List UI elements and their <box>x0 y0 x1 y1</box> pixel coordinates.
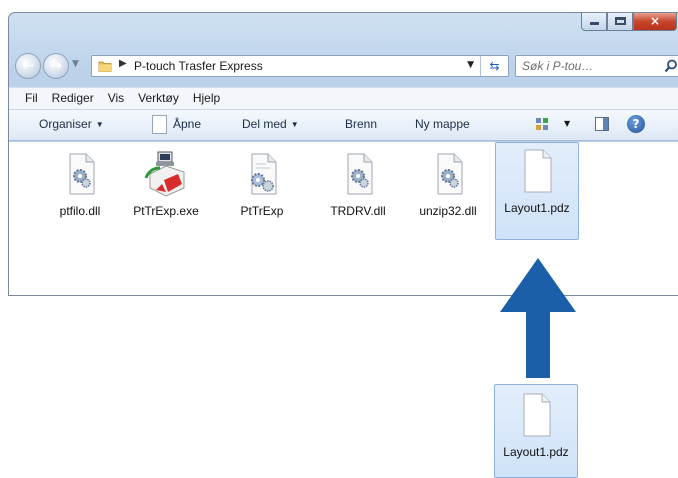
file-item[interactable]: ptfilo.dll <box>39 146 121 242</box>
search-placeholder[interactable]: Søk i P-tou… <box>522 59 593 73</box>
command-bar: Organiser ▼ Åpne Del med ▼ Brenn Ny mappe … <box>9 109 678 141</box>
change-view-icon[interactable] <box>535 117 549 131</box>
burn-button[interactable]: Brenn <box>345 117 377 131</box>
dll-gear-icon <box>437 153 463 195</box>
dragged-file[interactable]: Layout1.pdz <box>494 384 578 478</box>
organize-chevron-icon: ▼ <box>95 120 104 129</box>
file-item[interactable]: PtTrExp.exe <box>125 146 207 242</box>
navigation-bar: ← → ▼ ▶ P-touch Trasfer Express ▼ ⇆ Søk … <box>9 51 678 83</box>
blank-document-icon <box>523 393 551 437</box>
file-item[interactable]: TRDRV.dll <box>317 146 399 242</box>
share-label: Del med <box>242 117 287 131</box>
explorer-window: × ← → ▼ ▶ P-touch Trasfer Express ▼ ⇆ Sø… <box>8 12 678 296</box>
address-bar[interactable]: ▶ P-touch Trasfer Express ▼ ⇆ <box>91 55 509 77</box>
folder-icon <box>98 61 112 72</box>
close-button[interactable]: × <box>633 13 677 31</box>
menu-help[interactable]: Hjelp <box>187 88 228 109</box>
menu-view[interactable]: Vis <box>102 88 132 109</box>
address-dropdown-chevron-icon[interactable]: ▼ <box>467 60 474 70</box>
refresh-button[interactable]: ⇆ <box>480 56 508 76</box>
file-item[interactable]: PtTrExp <box>221 146 303 242</box>
help-icon[interactable]: ? <box>627 115 645 133</box>
config-gear-icon <box>251 153 277 195</box>
search-box[interactable]: Søk i P-tou… <box>515 55 678 77</box>
drag-direction-arrow-icon <box>500 258 576 378</box>
maximize-button[interactable] <box>607 13 633 31</box>
file-name: Layout1.pdz <box>504 201 570 215</box>
share-button[interactable]: Del med ▼ <box>242 117 299 131</box>
breadcrumb-separator-icon[interactable]: ▶ <box>119 58 127 69</box>
dll-gear-icon <box>69 153 95 195</box>
file-item-selected[interactable]: Layout1.pdz <box>495 142 579 240</box>
forward-button[interactable]: → <box>43 53 69 79</box>
refresh-icon: ⇆ <box>489 59 500 73</box>
file-name: TRDRV.dll <box>330 204 386 218</box>
menu-edit[interactable]: Rediger <box>46 88 102 109</box>
menu-bar: Fil Rediger Vis Verktøy Hjelp <box>9 87 678 109</box>
new-folder-button[interactable]: Ny mappe <box>415 117 470 131</box>
menu-tools[interactable]: Verktøy <box>132 88 187 109</box>
breadcrumb-path[interactable]: P-touch Trasfer Express <box>134 59 263 73</box>
open-button[interactable]: Åpne <box>173 117 201 131</box>
open-document-icon <box>152 115 167 134</box>
file-name: PtTrExp.exe <box>133 204 199 218</box>
application-exe-icon <box>144 151 185 197</box>
file-name: unzip32.dll <box>419 204 477 218</box>
share-chevron-icon: ▼ <box>290 120 299 129</box>
back-arrow-icon: ← <box>22 58 34 74</box>
close-icon: × <box>649 14 661 28</box>
search-icon[interactable] <box>664 59 678 73</box>
preview-pane-icon[interactable] <box>595 117 609 131</box>
view-options-chevron-icon[interactable]: ▼ <box>564 119 570 128</box>
menu-file[interactable]: Fil <box>19 88 46 109</box>
back-button[interactable]: ← <box>15 53 41 79</box>
dll-gear-icon <box>347 153 373 195</box>
minimize-button[interactable] <box>581 13 607 31</box>
file-name: ptfilo.dll <box>59 204 101 218</box>
file-item[interactable]: unzip32.dll <box>407 146 489 242</box>
file-name: PtTrExp <box>240 204 284 218</box>
caption-buttons: × <box>581 13 677 33</box>
recent-pages-chevron-icon[interactable]: ▼ <box>72 59 79 69</box>
forward-arrow-icon: → <box>50 58 62 74</box>
dragged-file-name: Layout1.pdz <box>503 445 569 459</box>
organize-button[interactable]: Organiser ▼ <box>39 117 104 131</box>
organize-label: Organiser <box>39 117 92 131</box>
maximize-icon <box>615 17 626 25</box>
minimize-icon <box>590 22 599 25</box>
blank-document-icon <box>524 149 552 193</box>
